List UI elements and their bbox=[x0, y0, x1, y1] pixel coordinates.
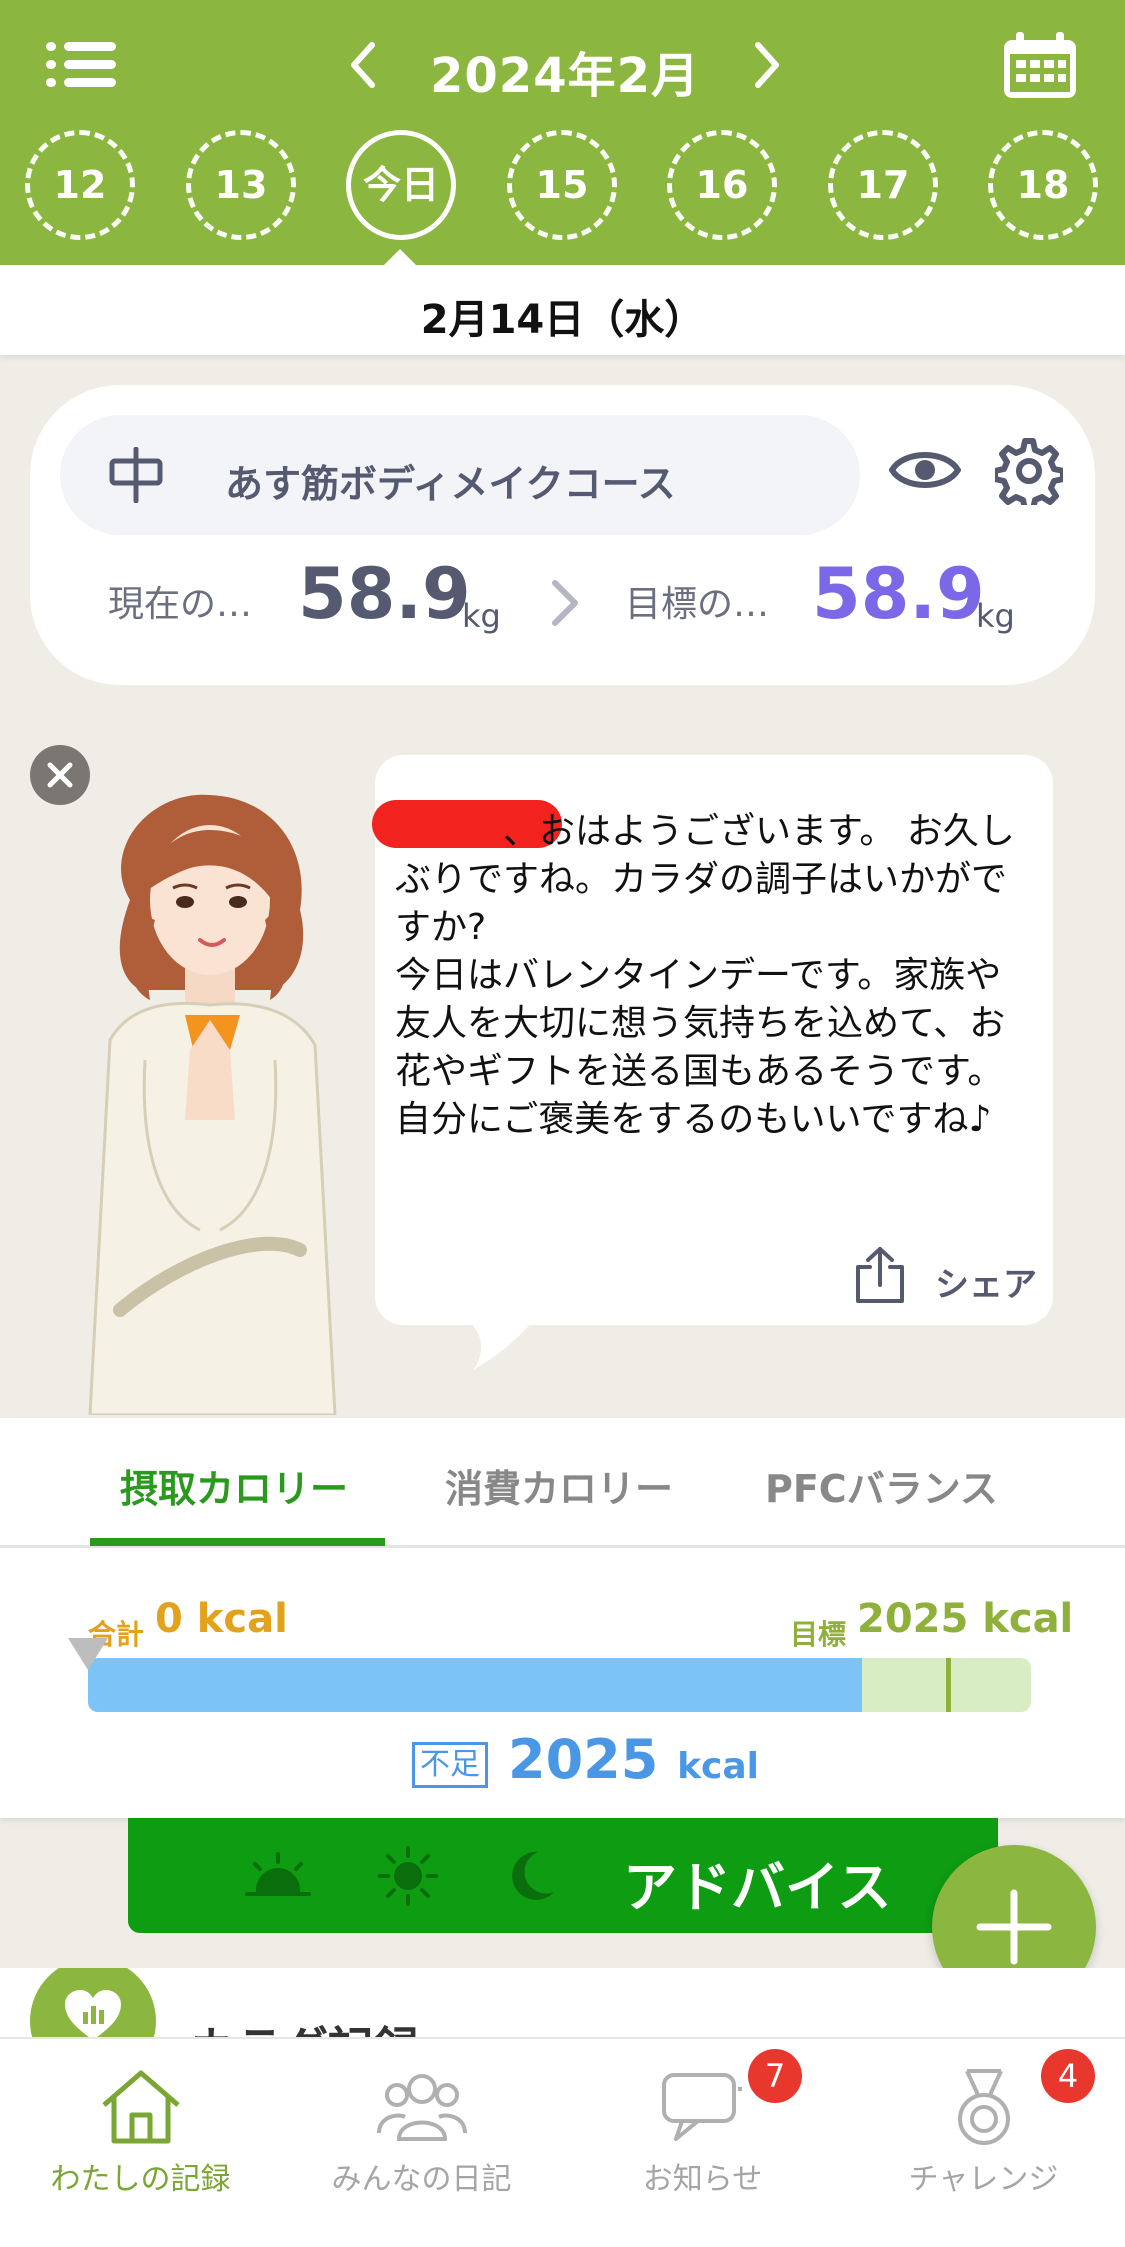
plus-icon bbox=[976, 1889, 1052, 1965]
share-icon bbox=[856, 1247, 904, 1303]
day-selector: 12 13 今日 15 16 17 18 bbox=[0, 130, 1125, 242]
people-icon bbox=[377, 2074, 467, 2141]
share-label: シェア bbox=[935, 1265, 1037, 1305]
month-navigator: 2024年2月 bbox=[340, 30, 790, 104]
shortfall-badge: 不足 bbox=[412, 1742, 488, 1788]
day-button[interactable]: 12 bbox=[25, 130, 135, 240]
calorie-tabs: 摂取カロリー 消費カロリー PFCバランス bbox=[0, 1418, 1125, 1548]
course-name: あす筋ボディメイクコース bbox=[225, 462, 676, 506]
nav-label: わたしの記録 bbox=[50, 2162, 231, 2197]
tab-burned-calories[interactable]: 消費カロリー bbox=[445, 1458, 673, 1513]
target-weight-unit: kg bbox=[976, 597, 1015, 635]
nav-label: みんなの日記 bbox=[331, 2162, 512, 2197]
calorie-panel: 摂取カロリー 消費カロリー PFCバランス 合計 0 kcal 目標 2025 … bbox=[0, 1418, 1125, 1818]
nav-challenge[interactable]: チャレンジ 4 bbox=[843, 2039, 1124, 2247]
day-button[interactable]: 18 bbox=[988, 130, 1098, 240]
signpost-icon bbox=[109, 447, 163, 503]
chat-icon bbox=[662, 2073, 742, 2141]
prev-month-chevron-icon[interactable] bbox=[340, 30, 390, 100]
moon-icon bbox=[512, 1851, 554, 1900]
day-button[interactable]: 17 bbox=[828, 130, 938, 240]
nav-notifications[interactable]: お知らせ 7 bbox=[562, 2039, 843, 2247]
current-position-marker bbox=[68, 1638, 108, 1670]
tab-pfc-balance[interactable]: PFCバランス bbox=[765, 1458, 998, 1513]
goal-label: 目標 bbox=[790, 1618, 847, 1651]
challenge-badge: 4 bbox=[1041, 2049, 1095, 2103]
selected-day-pointer bbox=[382, 249, 418, 267]
notification-badge: 7 bbox=[748, 2049, 802, 2103]
coach-message: 、おはようございます。 お久しぶりですね。カラダの調子はいかがですか? 今日はバ… bbox=[395, 811, 1015, 1140]
bottom-navigation: わたしの記録 みんなの日記 お知らせ 7 チャレンジ 4 bbox=[0, 2037, 1125, 2247]
sun-icon bbox=[378, 1846, 438, 1906]
advice-button[interactable]: アドバイス bbox=[128, 1818, 998, 1933]
course-selector[interactable]: あす筋ボディメイクコース bbox=[60, 415, 860, 535]
calendar-icon[interactable] bbox=[1000, 30, 1080, 102]
gear-icon[interactable] bbox=[995, 437, 1063, 505]
advice-label: アドバイス bbox=[623, 1856, 892, 1919]
selected-date-bar: 2月14日（水） bbox=[0, 265, 1125, 355]
goal-value: 2025 kcal bbox=[857, 1596, 1074, 1642]
day-button[interactable]: 16 bbox=[667, 130, 777, 240]
month-title: 2024年2月 bbox=[430, 48, 700, 104]
calorie-progress-bar bbox=[88, 1658, 1031, 1712]
day-button[interactable]: 15 bbox=[507, 130, 617, 240]
shortfall-value: 2025 kcal bbox=[508, 1728, 759, 1791]
current-weight-value: 58.9 bbox=[298, 553, 471, 635]
target-weight-label: 目標の… bbox=[625, 584, 770, 625]
shortfall-number: 2025 bbox=[508, 1728, 659, 1791]
current-weight-unit: kg bbox=[462, 597, 501, 635]
coach-illustration bbox=[88, 794, 337, 1415]
target-weight-value: 58.9 bbox=[812, 553, 985, 635]
active-tab-indicator bbox=[90, 1538, 385, 1546]
course-card: あす筋ボディメイクコース 現在の… 58.9 kg 目標の… 58.9 kg bbox=[30, 385, 1095, 685]
home-icon bbox=[102, 2070, 180, 2144]
day-button[interactable]: 13 bbox=[186, 130, 296, 240]
nav-everyone-diary[interactable]: みんなの日記 bbox=[281, 2039, 562, 2247]
shortfall-unit: kcal bbox=[677, 1746, 760, 1787]
day-button-today[interactable]: 今日 bbox=[346, 130, 456, 240]
sunrise-icon bbox=[245, 1852, 311, 1896]
next-month-chevron-icon[interactable] bbox=[740, 30, 790, 100]
goal-marker bbox=[946, 1658, 951, 1712]
tab-intake-calories[interactable]: 摂取カロリー bbox=[120, 1458, 348, 1513]
nav-label: お知らせ bbox=[642, 2162, 763, 2197]
selected-date: 2月14日（水） bbox=[420, 297, 705, 343]
nav-my-records[interactable]: わたしの記録 bbox=[0, 2039, 281, 2247]
chevron-right-icon bbox=[552, 580, 578, 626]
eye-icon[interactable] bbox=[888, 440, 962, 500]
medal-icon bbox=[958, 2069, 1010, 2145]
menu-list-icon[interactable] bbox=[46, 36, 116, 92]
calorie-progress-fill bbox=[88, 1658, 862, 1712]
current-weight-label: 現在の… bbox=[108, 584, 253, 625]
nav-label: チャレンジ bbox=[908, 2162, 1059, 2197]
heart-chart-icon bbox=[65, 1990, 121, 2040]
total-value: 0 kcal bbox=[155, 1596, 288, 1642]
share-button[interactable]: シェア bbox=[850, 1245, 1040, 1305]
speech-bubble-tail bbox=[465, 1318, 535, 1370]
app-header: 2024年2月 12 13 今日 15 16 17 18 bbox=[0, 0, 1125, 265]
